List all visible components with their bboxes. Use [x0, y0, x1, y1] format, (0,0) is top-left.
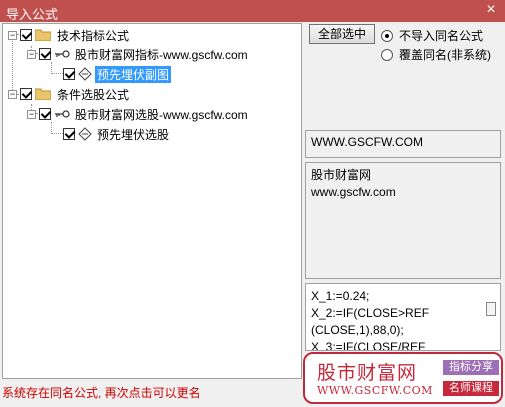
- radio-skip-same-name[interactable]: 不导入同名公式: [381, 27, 483, 44]
- tree-node-selection-item[interactable]: 预先埋伏选股: [63, 125, 171, 143]
- formula-checkbox[interactable]: [39, 48, 51, 60]
- brand-name: 股市财富网: [317, 362, 418, 384]
- tree-connector: [51, 133, 63, 134]
- code-line: (CLOSE,1),88,0);: [311, 323, 404, 337]
- tree-node-stock-selection[interactable]: − 条件选股公式: [8, 85, 131, 103]
- radio-overwrite-same-name[interactable]: 覆盖同名(非系统): [381, 46, 491, 63]
- collapse-icon[interactable]: −: [27, 109, 36, 119]
- radio-overwrite-label: 覆盖同名(非系统): [399, 48, 491, 62]
- description-line-1: 股市财富网: [311, 168, 372, 182]
- folder-icon: [35, 88, 51, 100]
- code-line: X_2:=IF(CLOSE>REF: [311, 306, 430, 320]
- folder-icon: [35, 29, 51, 41]
- code-line: X_3:=IF(CLOSE/REF: [311, 340, 426, 351]
- tree-node-label: 技术指标公式: [57, 28, 130, 43]
- group-checkbox[interactable]: [20, 88, 32, 100]
- description-line-2: www.gscfw.com: [311, 185, 396, 199]
- tree-node-indicator-formula[interactable]: − 股市财富网指标-www.gscfw.com: [27, 45, 250, 63]
- scrollbar-thumb[interactable]: [486, 302, 496, 316]
- tree-connector: [51, 73, 63, 74]
- formula-item-icon: [78, 67, 92, 81]
- tree-node-label: 股市财富网选股-www.gscfw.com: [75, 107, 248, 122]
- title-bar: 导入公式 ×: [0, 0, 505, 22]
- radio-overwrite-indicator[interactable]: [381, 48, 393, 61]
- tree-node-label: 预先埋伏选股: [97, 127, 170, 142]
- description-field[interactable]: 股市财富网 www.gscfw.com: [305, 162, 501, 279]
- formula-item-icon: [78, 127, 92, 141]
- item-checkbox[interactable]: [63, 128, 75, 140]
- collapse-icon[interactable]: −: [8, 89, 17, 99]
- radio-skip-label: 不导入同名公式: [399, 29, 484, 43]
- status-message: 系统存在同名公式, 再次点击可以更名: [2, 386, 201, 400]
- tree-connector: [51, 62, 52, 72]
- collapse-icon[interactable]: −: [8, 30, 17, 40]
- tree-node-label: 条件选股公式: [57, 87, 130, 102]
- group-checkbox[interactable]: [20, 29, 32, 41]
- brand-tag-indicator-share: 指标分享: [443, 360, 499, 375]
- tree-node-selection-formula[interactable]: − 股市财富网选股-www.gscfw.com: [27, 105, 250, 123]
- formula-code-area[interactable]: X_1:=0.24; X_2:=IF(CLOSE>REF (CLOSE,1),8…: [305, 283, 501, 351]
- tree-node-indicator-item[interactable]: 预先埋伏副图: [63, 65, 172, 83]
- tree-node-tech-indicators[interactable]: − 技术指标公式: [8, 26, 131, 44]
- website-text: WWW.GSCFW.COM: [311, 135, 423, 149]
- radio-skip-indicator[interactable]: [381, 29, 393, 42]
- website-field: WWW.GSCFW.COM: [305, 130, 501, 158]
- tree-node-label-selected: 预先埋伏副图: [95, 65, 172, 83]
- collapse-icon[interactable]: −: [27, 49, 36, 59]
- item-checkbox[interactable]: [63, 68, 75, 80]
- select-all-button[interactable]: 全部选中: [309, 24, 375, 44]
- tree-node-label: 股市财富网指标-www.gscfw.com: [75, 47, 248, 62]
- close-icon[interactable]: ×: [482, 1, 500, 19]
- key-icon: [55, 50, 70, 58]
- brand-url: WWW.GSCFW.COM: [317, 384, 433, 397]
- key-icon: [55, 110, 70, 118]
- formula-checkbox[interactable]: [39, 108, 51, 120]
- tree-connector: [51, 122, 52, 132]
- window-title: 导入公式: [6, 7, 59, 22]
- brand-tag-courses: 名师课程: [443, 381, 499, 396]
- brand-watermark: 股市财富网 WWW.GSCFW.COM 指标分享 名师课程: [303, 352, 503, 404]
- formula-tree[interactable]: − 技术指标公式 − 股市财富网指标-www.gscfw.com 预先埋伏副图 …: [2, 23, 302, 379]
- code-line: X_1:=0.24;: [311, 289, 370, 303]
